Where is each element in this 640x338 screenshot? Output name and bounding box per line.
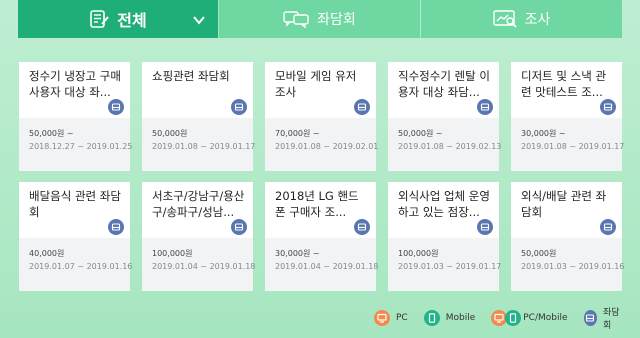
card-title: 외식사업 업체 운영하고 있는 점장...	[398, 189, 490, 219]
card-reward: 100,000원	[398, 249, 439, 258]
category-tabs: 전체 좌담회 조사	[18, 0, 622, 38]
card-title: 배달음식 관련 좌담회	[29, 189, 121, 219]
card-period: 2019.01.04 ~ 2019.01.18	[275, 262, 379, 271]
card-period: 2019.01.08 ~ 2019.01.17	[521, 142, 625, 151]
chat-room-icon	[231, 219, 247, 235]
mobile-icon	[423, 310, 440, 326]
card-reward: 50,000원	[152, 129, 188, 138]
card-period: 2019.01.03 ~ 2019.01.16	[521, 262, 625, 271]
survey-card[interactable]: 정수기 냉장고 구매사용자 대상 좌... 50,000원 ~ 2018.12.27…	[19, 62, 133, 171]
survey-card[interactable]: 외식/배달 관련 좌담회 50,000원 2019.01.03 ~ 2019.01.…	[511, 182, 625, 291]
card-title: 쇼핑관련 좌담회	[152, 69, 230, 83]
chat-room-icon	[231, 99, 247, 115]
card-period: 2019.01.04 ~ 2019.01.18	[152, 262, 256, 271]
card-title: 모바일 게임 유저 조사	[275, 69, 357, 99]
card-reward: 30,000원 ~	[521, 129, 566, 138]
chat-room-icon	[477, 99, 493, 115]
card-title: 직수정수기 렌탈 이용자 대상 좌담...	[398, 69, 490, 99]
chat-room-icon	[583, 310, 598, 326]
survey-card[interactable]: 쇼핑관련 좌담회 50,000원 2019.01.08 ~ 2019.01.17	[142, 62, 256, 171]
tab-focus-group[interactable]: 좌담회	[218, 0, 420, 38]
tab-all-label: 전체	[117, 11, 147, 30]
tab-survey[interactable]: 조사	[420, 0, 622, 38]
chat-room-icon	[354, 219, 370, 235]
card-reward: 70,000원 ~	[275, 129, 320, 138]
survey-card[interactable]: 서초구/강남구/용산구/송파구/성남... 100,000원 2019.01.04 …	[142, 182, 256, 291]
card-period: 2019.01.08 ~ 2019.01.17	[152, 142, 256, 151]
card-reward: 50,000원 ~	[398, 129, 443, 138]
card-period: 2019.01.07 ~ 2019.01.16	[29, 262, 133, 271]
legend-focus-group: 좌담회	[583, 305, 624, 331]
card-period: 2018.12.27 ~ 2019.01.25	[29, 142, 133, 151]
card-reward: 50,000원 ~	[29, 129, 74, 138]
pc-mobile-icon	[491, 310, 522, 326]
card-period: 2019.01.08 ~ 2019.02.13	[398, 142, 502, 151]
tab-all[interactable]: 전체	[18, 0, 218, 38]
card-reward: 30,000원 ~	[275, 249, 320, 258]
chart-search-icon	[492, 10, 517, 28]
legend: PC Mobile PC/Mobile 좌담회	[374, 305, 640, 331]
legend-pc: PC	[374, 310, 408, 326]
card-title: 서초구/강남구/용산구/송파구/성남...	[152, 189, 245, 219]
chevron-down-icon[interactable]	[192, 12, 206, 31]
survey-card[interactable]: 디저트 및 스낵 관련 맛테스트 조... 30,000원 ~ 2019.01.08…	[511, 62, 625, 171]
survey-card[interactable]: 2018년 LG 핸드폰 구매자 조... 30,000원 ~ 2019.01.04…	[265, 182, 379, 291]
card-reward: 40,000원	[29, 249, 65, 258]
survey-card[interactable]: 배달음식 관련 좌담회 40,000원 2019.01.07 ~ 2019.01.1…	[19, 182, 133, 291]
tab-focus-group-label: 좌담회	[317, 12, 356, 28]
card-reward: 100,000원	[152, 249, 193, 258]
card-title: 정수기 냉장고 구매사용자 대상 좌...	[29, 69, 121, 99]
chat-room-icon	[354, 99, 370, 115]
chat-room-icon	[600, 99, 616, 115]
card-period: 2019.01.03 ~ 2019.01.17	[398, 262, 502, 271]
legend-pc-mobile: PC/Mobile	[491, 310, 568, 326]
survey-list-icon	[89, 9, 110, 29]
chat-bubbles-icon	[283, 10, 309, 28]
card-reward: 50,000원	[521, 249, 557, 258]
chat-room-icon	[600, 219, 616, 235]
chat-room-icon	[477, 219, 493, 235]
chat-room-icon	[108, 99, 124, 115]
survey-card[interactable]: 직수정수기 렌탈 이용자 대상 좌담... 50,000원 ~ 2019.01.08…	[388, 62, 502, 171]
legend-mobile: Mobile	[423, 310, 475, 326]
card-title: 외식/배달 관련 좌담회	[521, 189, 607, 219]
card-period: 2019.01.08 ~ 2019.02.01	[275, 142, 379, 151]
pc-icon	[374, 310, 390, 326]
card-title: 디저트 및 스낵 관련 맛테스트 조...	[521, 69, 607, 99]
chat-room-icon	[108, 219, 124, 235]
survey-card[interactable]: 외식사업 업체 운영하고 있는 점장... 100,000원 2019.01.03 …	[388, 182, 502, 291]
card-title: 2018년 LG 핸드폰 구매자 조...	[275, 189, 359, 219]
survey-card[interactable]: 모바일 게임 유저 조사 70,000원 ~ 2019.01.08 ~ 2019.0…	[265, 62, 379, 171]
tab-survey-label: 조사	[524, 12, 551, 28]
